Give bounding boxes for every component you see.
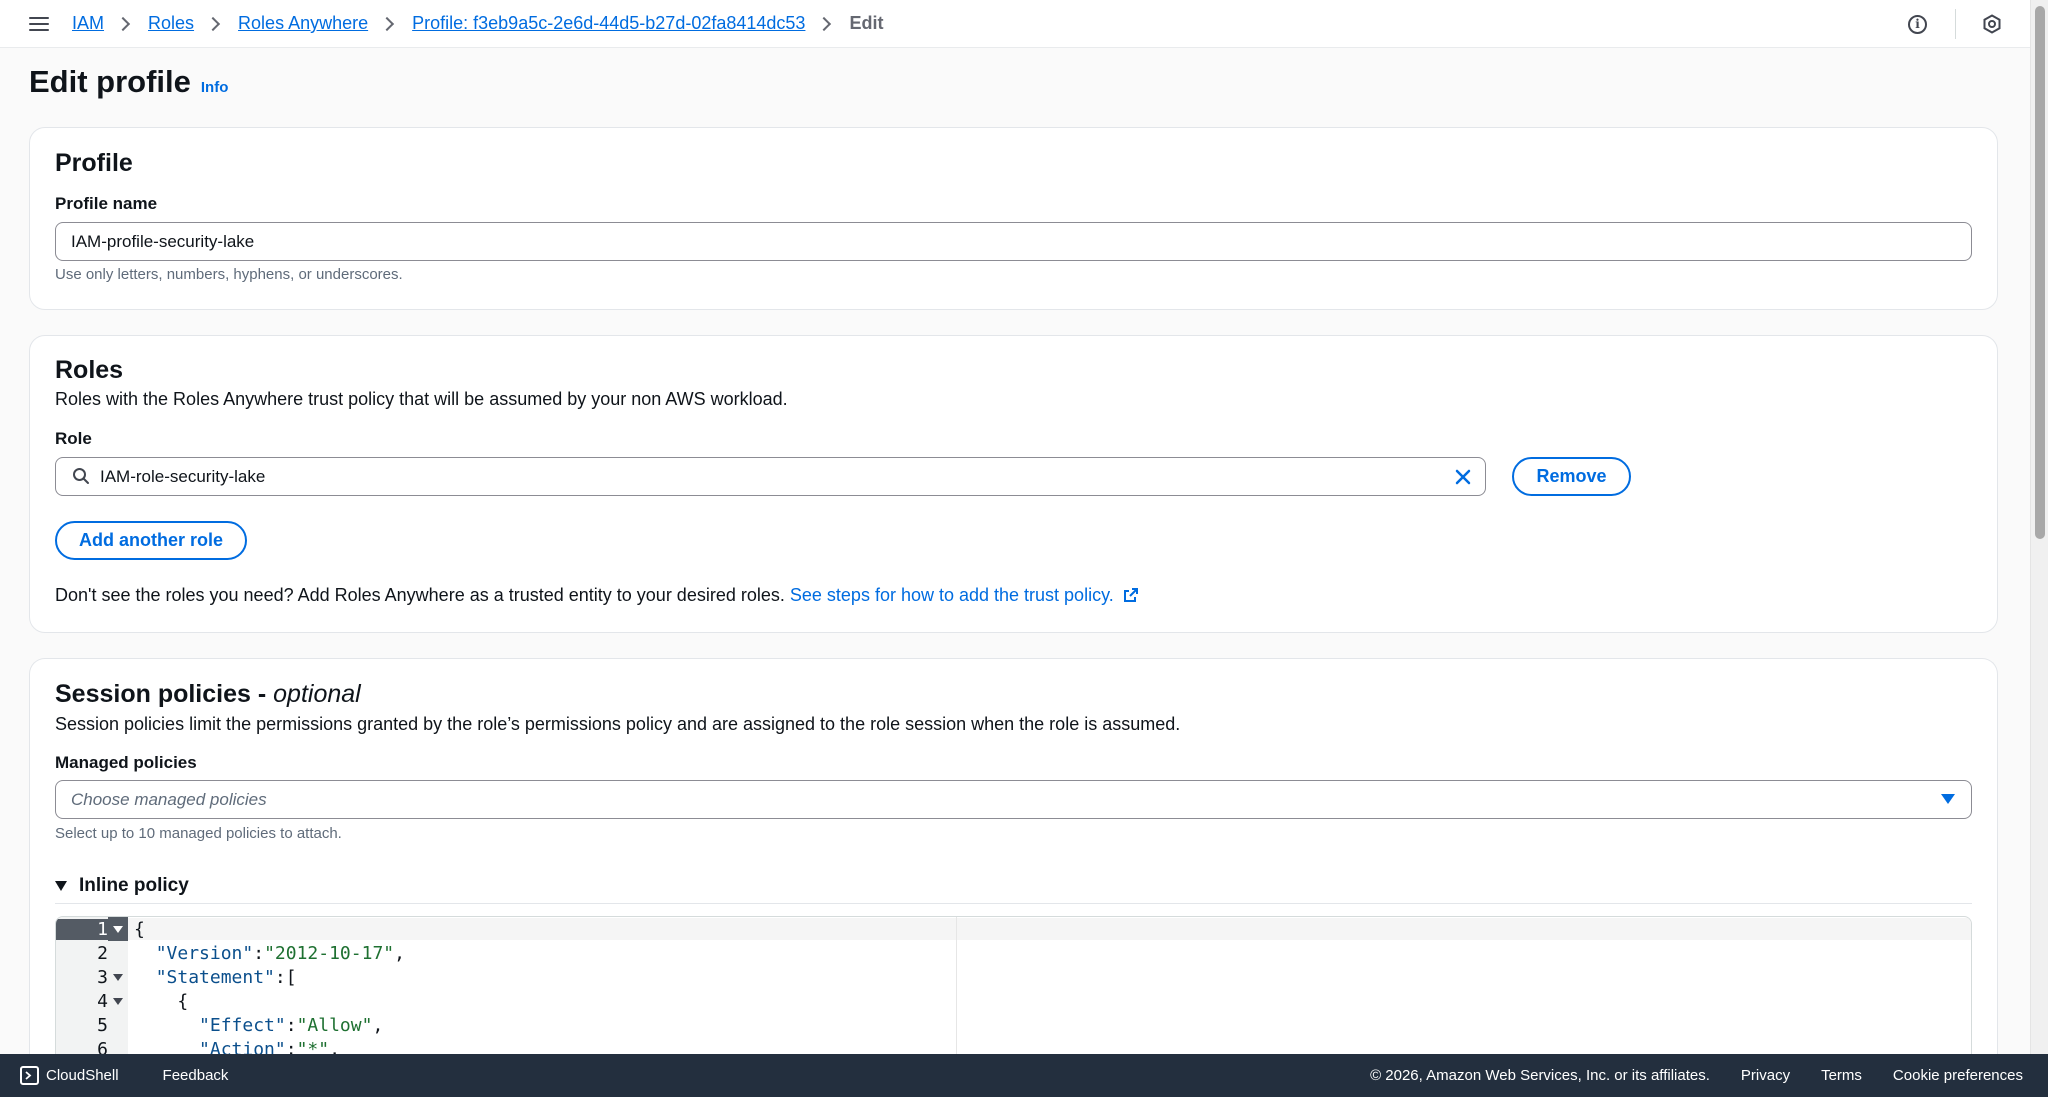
cloudshell-link[interactable]: CloudShell [46, 1067, 119, 1084]
line-number: 2 [97, 942, 108, 964]
breadcrumb: IAM Roles Roles Anywhere Profile: f3eb9a… [72, 13, 883, 34]
divider [1955, 9, 1956, 39]
roles-description: Roles with the Roles Anywhere trust poli… [55, 389, 788, 409]
code-text: "Version":"2012-10-17", [155, 942, 405, 964]
code-text: { [134, 918, 145, 940]
breadcrumb-roles-anywhere[interactable]: Roles Anywhere [238, 13, 368, 34]
chevron-right-icon [817, 16, 832, 31]
privacy-link[interactable]: Privacy [1741, 1067, 1790, 1084]
managed-policies-select[interactable]: Choose managed policies [55, 780, 1972, 819]
breadcrumb-iam[interactable]: IAM [72, 13, 104, 34]
profile-container: Profile Profile name IAM-profile-securit… [29, 127, 1998, 310]
managed-policies-hint: Select up to 10 managed policies to atta… [55, 825, 342, 842]
fold-icon[interactable] [108, 965, 128, 989]
page-title: Edit profile [29, 64, 191, 99]
profile-name-value: IAM-profile-security-lake [71, 231, 255, 251]
cloudshell-icon[interactable] [20, 1066, 39, 1085]
managed-policies-label: Managed policies [55, 753, 197, 772]
line-number: 3 [97, 966, 108, 988]
profile-name-label: Profile name [55, 194, 158, 213]
top-navigation-bar: IAM Roles Roles Anywhere Profile: f3eb9a… [0, 0, 2030, 48]
external-link-icon [1123, 588, 1138, 602]
code-text: { [134, 990, 189, 1012]
breadcrumb-profile[interactable]: Profile: f3eb9a5c-2e6d-44d5-b27d-02fa841… [412, 13, 805, 34]
info-link[interactable]: Info [201, 79, 229, 96]
code-text: "Statement":[ [155, 966, 297, 988]
feedback-link[interactable]: Feedback [163, 1067, 229, 1084]
fold-icon[interactable] [108, 989, 128, 1013]
copyright-text: © 2026, Amazon Web Services, Inc. or its… [1370, 1067, 1710, 1084]
breadcrumb-roles[interactable]: Roles [148, 13, 194, 34]
cookie-preferences-link[interactable]: Cookie preferences [1893, 1067, 2023, 1084]
terms-link[interactable]: Terms [1821, 1067, 1862, 1084]
chevron-right-icon [115, 16, 131, 31]
inline-policy-label: Inline policy [79, 875, 189, 896]
code-line: 4 { [56, 989, 1971, 1013]
role-label: Role [55, 429, 92, 448]
line-number: 4 [97, 990, 108, 1012]
divider [55, 903, 1972, 904]
breadcrumb-current: Edit [849, 13, 884, 33]
add-another-role-button[interactable]: Add another role [55, 521, 247, 560]
line-number: 1 [56, 918, 108, 940]
inline-policy-expander[interactable]: Inline policy [55, 875, 189, 897]
page-scrollbar[interactable] [2030, 0, 2048, 1054]
chevron-right-icon [380, 16, 395, 31]
search-icon [73, 468, 89, 484]
caret-down-icon [1941, 794, 1955, 804]
code-line: 3 "Statement":[ [56, 965, 1971, 989]
code-line: 5 "Effect":"Allow", [56, 1013, 1971, 1037]
line-number: 5 [97, 1014, 108, 1036]
profile-name-hint: Use only letters, numbers, hyphens, or u… [55, 266, 403, 283]
code-text: "Effect":"Allow", [199, 1014, 384, 1036]
trust-policy-link[interactable]: See steps for how to add the trust polic… [790, 585, 1139, 605]
fold-icon[interactable] [108, 917, 128, 941]
roles-heading: Roles [55, 356, 124, 384]
inline-policy-code-editor[interactable]: 1 { 2 "Version":"2012-10-17", 3 "Stateme… [55, 916, 1972, 1056]
settings-hexagon-icon[interactable] [1982, 14, 2002, 34]
page-header: Edit profile Info [29, 64, 228, 100]
trust-policy-text: Don't see the roles you need? Add Roles … [55, 585, 785, 605]
info-icon[interactable]: i [1908, 14, 1927, 34]
code-line: 1 { [56, 917, 1971, 941]
trust-policy-note: Don't see the roles you need? Add Roles … [55, 585, 1139, 606]
chevron-right-icon [205, 16, 221, 31]
session-policies-container: Session policies - optional Session poli… [29, 658, 1998, 1097]
code-line: 2 "Version":"2012-10-17", [56, 941, 1971, 965]
session-policies-heading: Session policies - optional [55, 680, 361, 708]
role-value: IAM-role-security-lake [100, 466, 266, 486]
roles-container: Roles Roles with the Roles Anywhere trus… [29, 335, 1998, 633]
remove-role-button[interactable]: Remove [1512, 457, 1631, 496]
menu-icon[interactable] [29, 16, 49, 32]
scrollbar-thumb[interactable] [2035, 6, 2045, 539]
caret-down-icon [55, 881, 67, 891]
profile-name-input[interactable]: IAM-profile-security-lake [55, 222, 1972, 261]
session-policies-description: Session policies limit the permissions g… [55, 714, 1181, 734]
clear-icon[interactable] [1453, 467, 1473, 487]
profile-heading: Profile [55, 149, 133, 177]
console-footer: CloudShell Feedback © 2026, Amazon Web S… [0, 1054, 2048, 1097]
managed-policies-placeholder: Choose managed policies [71, 789, 267, 809]
role-search-input[interactable]: IAM-role-security-lake [55, 457, 1486, 496]
